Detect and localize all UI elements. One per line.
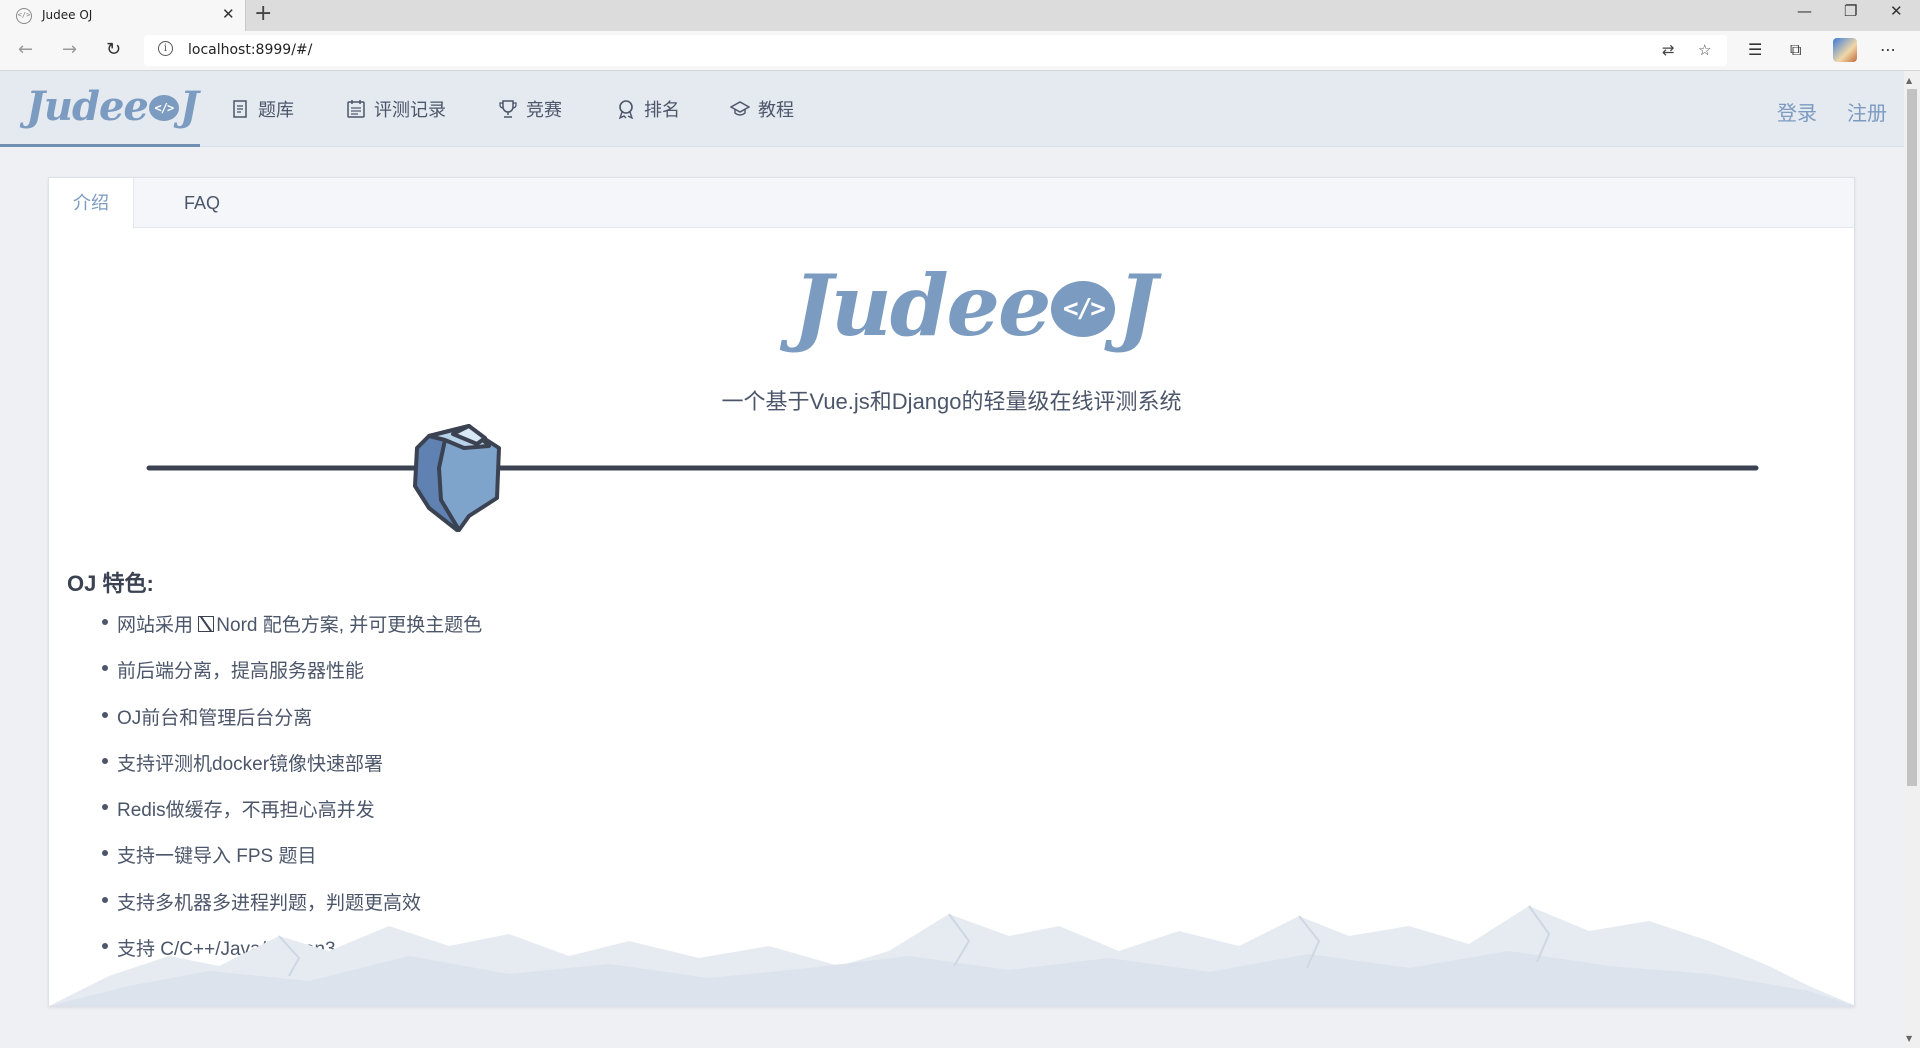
window-close-icon[interactable]: ✕ [1890, 2, 1903, 20]
nav-item-status[interactable]: 评测记录 [346, 95, 446, 123]
nav-item-label: 竞赛 [526, 100, 562, 120]
tab-intro[interactable]: 介绍 [49, 178, 134, 229]
list-item: 网站采用 Nord 配色方案, 并可更换主题色 [102, 610, 482, 656]
new-tab-button[interactable]: + [254, 1, 272, 26]
profile-avatar[interactable] [1833, 38, 1857, 62]
back-icon[interactable]: ← [18, 39, 33, 60]
nav-item-label: 评测记录 [374, 100, 446, 120]
nav-item-label: 题库 [258, 100, 294, 120]
bullet-icon [102, 804, 108, 811]
nav-item-contests[interactable]: 竞赛 [498, 95, 562, 123]
forward-icon[interactable]: → [62, 39, 77, 60]
nav-item-label: 教程 [758, 100, 794, 120]
features-title: OJ 特色: [67, 571, 154, 596]
address-bar[interactable]: i localhost:8999/#/ ⇄ ☆ [144, 35, 1727, 66]
nord-icon [198, 616, 215, 632]
login-button[interactable]: 登录 [1777, 97, 1817, 126]
list-item: OJ前台和管理后台分离 [102, 703, 482, 749]
browser-tab-title: Judee OJ [42, 8, 93, 22]
list-item: 支持评测机docker镜像快速部署 [102, 749, 482, 795]
nav-item-problems[interactable]: 题库 [230, 95, 294, 123]
medal-icon [618, 100, 634, 119]
iceberg-icon [413, 424, 501, 532]
scroll-down-icon[interactable]: ▼ [1906, 1034, 1912, 1043]
list-item: 支持一键导入 FPS 题目 [102, 841, 482, 887]
url-text[interactable]: localhost:8999/#/ [188, 42, 312, 58]
nav-item-rank[interactable]: 排名 [616, 95, 680, 123]
reload-icon[interactable]: ↻ [106, 39, 121, 60]
bullet-icon [102, 757, 108, 764]
tab-close-icon[interactable]: ✕ [222, 5, 235, 23]
home-tabs: 介绍 FAQ [49, 178, 1854, 229]
mountain-background [49, 905, 1854, 1006]
iceberg-divider [146, 424, 1759, 532]
code-bubble-icon: </> [148, 95, 179, 121]
register-button[interactable]: 注册 [1847, 97, 1887, 126]
browser-tab[interactable]: </> Judee OJ ✕ [0, 0, 246, 31]
browser-toolbar: ← → ↻ i localhost:8999/#/ ⇄ ☆ ☰ ⧉ ⋯ [0, 31, 1920, 71]
restore-icon[interactable]: ❐ [1844, 2, 1857, 20]
scrollbar-thumb[interactable] [1907, 89, 1917, 786]
list-item: 前后端分离，提高服务器性能 [102, 656, 482, 702]
favorites-icon[interactable]: ☰ [1748, 40, 1762, 59]
bullet-icon [102, 850, 108, 857]
scroll-up-icon[interactable]: ▲ [1906, 76, 1912, 85]
site-navbar: Judee </> J 题库 评测记录 竞赛 排名 教程 登录 注册 [0, 71, 1904, 147]
trophy-icon [499, 100, 517, 118]
nav-item-tutorial[interactable]: 教程 [730, 95, 794, 123]
site-info-icon[interactable]: i [158, 41, 173, 56]
more-menu-icon[interactable]: ⋯ [1880, 40, 1896, 59]
home-logo-link[interactable]: Judee </> J [0, 71, 200, 147]
bullet-icon [102, 711, 108, 718]
bullet-icon [102, 665, 108, 672]
translate-icon[interactable]: ⇄ [1662, 41, 1675, 59]
favorite-star-icon[interactable]: ☆ [1698, 41, 1711, 59]
site-logo: Judee </> J [26, 83, 199, 130]
list-item: Redis做缓存，不再担心高并发 [102, 795, 482, 841]
home-card: 介绍 FAQ Judee </> J 一个基于Vue.js和Django的轻量级在线… [48, 177, 1855, 1007]
code-bubble-icon: </> [1051, 281, 1116, 337]
nav-item-label: 排名 [644, 100, 680, 120]
favicon-icon: </> [16, 8, 32, 24]
graduation-cap-icon [730, 101, 750, 116]
hero-logo: Judee </> J [793, 256, 1157, 355]
hero-subtitle: 一个基于Vue.js和Django的轻量级在线评测系统 [721, 389, 1182, 414]
browser-tabbar: </> Judee OJ ✕ + — ❐ ✕ [0, 0, 1920, 31]
document-icon [233, 100, 247, 118]
collections-icon[interactable]: ⧉ [1790, 40, 1801, 60]
tab-faq[interactable]: FAQ [160, 178, 244, 228]
minimize-icon[interactable]: — [1797, 2, 1812, 20]
list-icon [347, 100, 365, 118]
